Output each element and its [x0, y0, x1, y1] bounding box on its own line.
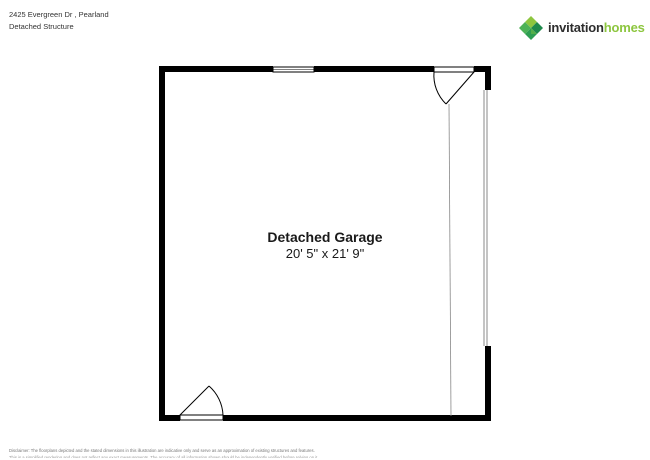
door-track-line: [448, 103, 452, 417]
door-bottom-left-frame: [179, 414, 224, 421]
door-top-right-leaf: [445, 71, 475, 105]
door-bottom-left-leaf: [179, 385, 210, 416]
door-top-right-frame: [433, 66, 475, 73]
room-dimensions: 20' 5" x 21' 9": [285, 246, 365, 261]
door-bottom-left-swing: [208, 385, 224, 416]
disclaimer-text-cut: This is a simplified rendering and does …: [9, 455, 319, 458]
room-name: Detached Garage: [267, 229, 383, 245]
disclaimer-text: Disclaimer: The floorplans depicted and …: [9, 448, 315, 453]
garage-room-label: Detached Garage 20' 5" x 21' 9": [220, 229, 430, 262]
door-top-right-swing: [433, 71, 447, 105]
